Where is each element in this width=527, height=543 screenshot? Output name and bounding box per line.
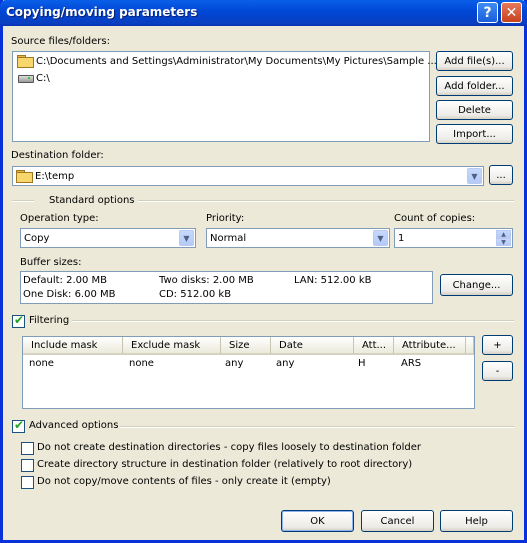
buffer-sizes-label: Buffer sizes: — [20, 257, 82, 268]
table-cell: H — [358, 358, 366, 369]
destination-value: E:\temp — [35, 170, 75, 182]
operation-type-select[interactable]: Copy ▼ — [20, 228, 196, 248]
buffer-two-disks: Two disks: 2.00 MB — [159, 275, 254, 286]
column-header[interactable]: Attribute... — [394, 337, 466, 355]
table-cell: none — [129, 358, 154, 369]
table-cell: any — [225, 358, 244, 369]
spin-down-icon[interactable]: ▼ — [496, 238, 511, 246]
close-button[interactable]: ✕ — [501, 2, 522, 23]
buffer-sizes-box: Default: 2.00 MB One Disk: 6.00 MB Two d… — [20, 271, 433, 304]
chevron-down-icon[interactable]: ▼ — [467, 168, 482, 184]
chevron-down-icon[interactable]: ▼ — [179, 230, 194, 246]
option-empty-files-label[interactable]: Do not copy/move contents of files - onl… — [37, 476, 331, 487]
folder-icon — [17, 55, 34, 68]
chevron-down-icon[interactable]: ▼ — [373, 230, 388, 246]
add-files-button[interactable]: Add file(s)... — [436, 51, 513, 71]
change-button[interactable]: Change... — [440, 274, 513, 296]
help-title-button[interactable]: ? — [477, 2, 498, 23]
browse-button[interactable]: ... — [489, 165, 513, 185]
standard-options-title: Standard options — [49, 195, 135, 206]
spin-up-icon[interactable]: ▲ — [496, 230, 511, 238]
copies-label: Count of copies: — [394, 213, 476, 224]
column-header-filler — [466, 337, 474, 355]
buffer-cd: CD: 512.00 kB — [159, 289, 232, 300]
destination-label: Destination folder: — [11, 150, 104, 161]
column-header[interactable]: Date — [271, 337, 354, 355]
filtering-checkbox[interactable] — [12, 313, 25, 328]
operation-type-value: Copy — [24, 232, 50, 244]
group-divider — [138, 200, 514, 202]
option-no-dest-dirs-checkbox[interactable] — [21, 442, 34, 455]
source-list[interactable]: C:\Documents and Settings\Administrator\… — [12, 51, 437, 142]
filtering-label[interactable]: Filtering — [29, 315, 69, 326]
group-divider — [12, 200, 34, 202]
source-item-text: C:\ — [36, 73, 50, 84]
delete-button[interactable]: Delete — [436, 100, 513, 120]
column-header[interactable]: Exclude mask — [123, 337, 221, 355]
group-divider — [72, 320, 514, 322]
ok-button[interactable]: OK — [281, 510, 354, 532]
column-header[interactable]: Size — [221, 337, 271, 355]
cancel-button[interactable]: Cancel — [361, 510, 434, 532]
copies-stepper[interactable]: 1 ▲ ▼ — [394, 228, 513, 248]
option-create-dir-structure-label[interactable]: Create directory structure in destinatio… — [37, 459, 412, 470]
remove-filter-button[interactable]: - — [482, 361, 513, 381]
source-label: Source files/folders: — [11, 36, 110, 47]
title-bar[interactable]: Copying/moving parameters ? ✕ — [0, 0, 527, 26]
window-title: Copying/moving parameters — [6, 5, 198, 19]
priority-select[interactable]: Normal ▼ — [206, 228, 390, 248]
option-empty-files-checkbox[interactable] — [21, 476, 34, 489]
advanced-options-checkbox[interactable] — [12, 418, 25, 433]
buffer-default: Default: 2.00 MB — [23, 275, 108, 286]
option-no-dest-dirs-label[interactable]: Do not create destination directories - … — [37, 442, 421, 453]
option-create-dir-structure-checkbox[interactable] — [21, 459, 34, 472]
import-button[interactable]: Import... — [436, 124, 513, 144]
priority-label: Priority: — [206, 213, 245, 224]
source-item-text: C:\Documents and Settings\Administrator\… — [36, 56, 437, 67]
destination-combo[interactable]: E:\temp ▼ — [12, 166, 484, 186]
priority-value: Normal — [210, 232, 247, 244]
column-header[interactable]: Att... — [354, 337, 394, 355]
operation-type-label: Operation type: — [20, 213, 99, 224]
list-item[interactable]: C:\Documents and Settings\Administrator\… — [17, 55, 437, 68]
column-header[interactable]: Include mask — [23, 337, 123, 355]
table-cell: none — [29, 358, 54, 369]
table-cell: ARS — [401, 358, 422, 369]
buffer-one-disk: One Disk: 6.00 MB — [23, 289, 116, 300]
table-cell: any — [276, 358, 295, 369]
help-button[interactable]: Help — [440, 510, 513, 532]
drive-icon — [17, 73, 34, 83]
list-item[interactable]: C:\ — [17, 73, 50, 84]
folder-icon — [16, 170, 33, 183]
advanced-options-label[interactable]: Advanced options — [29, 420, 118, 431]
copies-value: 1 — [398, 232, 405, 244]
add-filter-button[interactable]: + — [482, 335, 513, 355]
group-divider — [120, 426, 514, 428]
add-folder-button[interactable]: Add folder... — [436, 76, 513, 96]
buffer-lan: LAN: 512.00 kB — [294, 275, 372, 286]
filter-table[interactable]: Include mask Exclude mask Size Date Att.… — [22, 336, 475, 409]
